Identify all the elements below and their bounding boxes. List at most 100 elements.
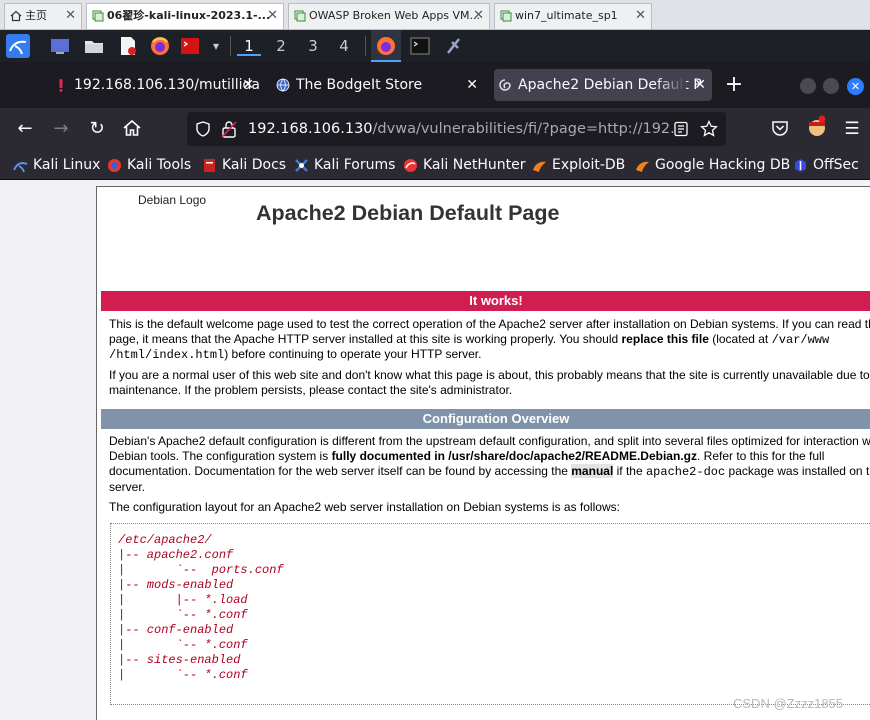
bookmark-star-icon[interactable] [700, 120, 718, 138]
extension-icon[interactable] [806, 115, 828, 139]
terminal-icon[interactable] [410, 36, 430, 56]
forward-arrow-icon[interactable]: → [49, 117, 73, 141]
paragraph-layout-intro: The configuration layout for an Apache2 … [109, 500, 620, 514]
desktop-icon[interactable] [50, 36, 70, 56]
browser-tab-label: 192.168.106.130/mutillida [74, 77, 260, 93]
navigation-toolbar: ← → ↻ 192.168.106.130/dvwa/vulnerabiliti… [0, 108, 870, 150]
apache-default-page: Debian Logo Apache2 Debian Default Page … [96, 186, 870, 720]
firefox-icon[interactable] [150, 36, 170, 56]
text-span: . Refer to this for the full [696, 449, 825, 464]
browser-tab-mutillidae[interactable]: 192.168.106.130/mutillida ✕ [50, 69, 260, 101]
text-bold: fully documented in /usr/share/doc/apach… [331, 449, 697, 464]
text-editor-icon[interactable] [118, 36, 138, 56]
insecure-lock-icon[interactable] [221, 120, 237, 138]
reload-icon[interactable]: ↻ [85, 117, 109, 141]
terminal-red-icon[interactable] [180, 36, 200, 56]
chevron-down-icon[interactable]: ▾ [204, 36, 228, 56]
bookmark-kali-docs[interactable]: Kali Docs [202, 155, 286, 175]
firefox-icon [377, 37, 395, 55]
text-span: if the [613, 464, 646, 479]
host-tab-win7[interactable]: win7_ultimate_sp1 ✕ [494, 3, 652, 29]
kali-tool-icon[interactable] [444, 36, 464, 56]
shield-icon[interactable] [195, 121, 211, 137]
kali-docs-icon [204, 159, 215, 172]
url-bar[interactable]: 192.168.106.130/dvwa/vulnerabilities/fi/… [187, 112, 726, 146]
kali-tools-icon [108, 159, 121, 172]
bookmarks-toolbar: Kali Linux Kali Tools Kali Docs Kali For… [0, 150, 870, 180]
vm-icon [500, 10, 512, 22]
workspace-2[interactable]: 2 [269, 36, 293, 56]
page-viewport[interactable]: Debian Logo Apache2 Debian Default Page … [0, 181, 870, 720]
file-manager-icon[interactable] [84, 36, 104, 56]
browser-tab-label: The BodgeIt Store [296, 77, 423, 93]
separator [230, 36, 231, 56]
browser-tab-bodgeit[interactable]: The BodgeIt Store ✕ [272, 69, 484, 101]
paragraph-intro: This is the default welcome page used to… [109, 317, 870, 363]
reader-view-icon[interactable] [673, 121, 689, 137]
manual-link[interactable]: manual [571, 464, 614, 479]
offsec-icon [795, 159, 806, 172]
browser-tab-apache[interactable]: Apache2 Debian Default P ✕ [494, 69, 712, 101]
paragraph-configuration: Debian's Apache2 default configuration i… [109, 434, 870, 495]
warning-icon [59, 79, 63, 92]
bookmark-label: Kali NetHunter [423, 157, 526, 173]
text-line: server. [109, 479, 146, 494]
code-path: /html/index.html [109, 348, 225, 363]
text-line: page, it means that the Apache HTTP serv… [109, 332, 870, 347]
bookmark-label: Exploit-DB [552, 157, 626, 173]
host-tab-label: 主页 [25, 9, 47, 22]
home-icon[interactable] [122, 118, 142, 138]
host-tab-owasp[interactable]: OWASP Broken Web Apps VM... ✕ [288, 3, 490, 29]
debian-swirl-icon [499, 79, 511, 91]
hamburger-menu-icon[interactable]: ☰ [840, 117, 864, 141]
bookmark-kali-linux[interactable]: Kali Linux [13, 155, 100, 175]
bookmark-kali-forums[interactable]: Kali Forums [294, 155, 395, 175]
config-tree: /etc/apache2/ |-- apache2.conf | `-- por… [118, 533, 284, 682]
text-span: package was installed on this [725, 464, 870, 479]
bookmark-kali-tools[interactable]: Kali Tools [107, 155, 191, 175]
text-span: page, it means that the Apache HTTP serv… [109, 332, 622, 347]
close-icon[interactable]: ✕ [694, 69, 706, 101]
close-icon[interactable]: ✕ [466, 69, 478, 101]
code-package: apache2-doc [645, 465, 726, 480]
close-icon[interactable]: ✕ [473, 4, 484, 28]
bookmark-kali-nethunter[interactable]: Kali NetHunter [403, 155, 525, 175]
workspace-1[interactable]: 1 [237, 36, 261, 56]
workspace-4[interactable]: 4 [332, 36, 356, 56]
kali-forums-icon [295, 159, 308, 172]
minimize-button[interactable] [800, 78, 816, 94]
debian-logo: Debian Logo [138, 193, 207, 207]
workspace-3[interactable]: 3 [301, 36, 325, 56]
bookmark-exploit-db[interactable]: Exploit-DB [532, 155, 625, 175]
kali-menu-icon[interactable] [6, 34, 30, 58]
text-bold: replace this file [621, 332, 709, 347]
window-close-button[interactable]: ✕ [847, 78, 864, 95]
url-path: /dvwa/vulnerabilities/fi/?page=http://19… [372, 121, 676, 137]
maximize-button[interactable] [823, 78, 839, 94]
host-tab-kali[interactable]: 06翟珍-kali-linux-2023.1-... ✕ [86, 3, 284, 29]
bookmark-label: OffSec [813, 157, 859, 173]
pocket-icon[interactable] [771, 120, 789, 137]
bookmark-offsec[interactable]: OffSec [793, 155, 859, 175]
close-icon[interactable]: ✕ [65, 4, 76, 28]
new-tab-button[interactable]: + [724, 69, 744, 101]
vm-icon [294, 10, 306, 22]
section-header-configuration: Configuration Overview [101, 409, 870, 429]
host-tab-label: 06翟珍-kali-linux-2023.1-... [107, 9, 271, 22]
close-icon[interactable]: ✕ [242, 69, 254, 101]
running-app-firefox[interactable] [371, 30, 401, 62]
bookmark-google-hacking-db[interactable]: Google Hacking DB [635, 155, 790, 175]
host-tab-strip: 主页 ✕ 06翟珍-kali-linux-2023.1-... ✕ OWASP … [0, 0, 870, 30]
nethunter-icon [404, 159, 417, 172]
text-line: Debian tools. The configuration system i… [109, 449, 870, 464]
close-icon[interactable]: ✕ [635, 4, 646, 28]
separator [365, 36, 366, 56]
close-icon[interactable]: ✕ [267, 4, 278, 28]
host-tab-home[interactable]: 主页 ✕ [4, 3, 82, 29]
url-text: 192.168.106.130/dvwa/vulnerabilities/fi/… [248, 112, 676, 146]
host-tab-label: OWASP Broken Web Apps VM... [309, 9, 481, 22]
bookmark-label: Kali Linux [33, 157, 101, 173]
kali-panel: ▾ 1 2 3 4 [0, 30, 870, 62]
back-arrow-icon[interactable]: ← [13, 117, 37, 141]
text-line: /html/index.html) before continuing to o… [109, 347, 870, 362]
